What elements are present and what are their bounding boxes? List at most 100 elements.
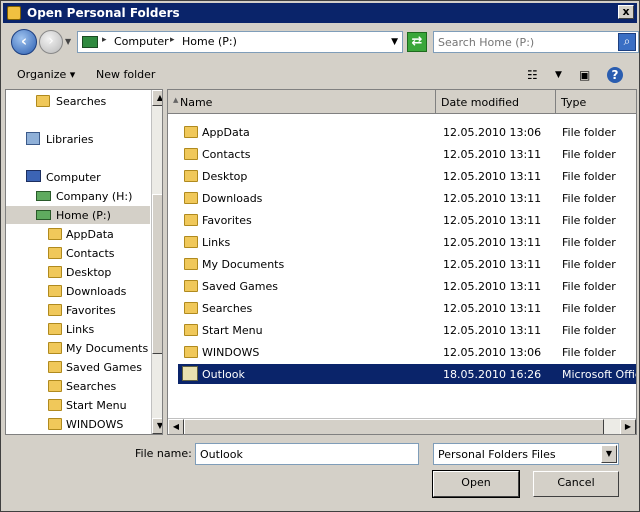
links-folder-icon [184,236,198,248]
command-bar: Organize ▾ New folder ☷ ▼ ▣ ? [3,63,637,87]
cancel-button[interactable]: Cancel [533,471,619,497]
file-date: 12.05.2010 13:11 [443,192,542,205]
nav-item-label: Downloads [66,285,127,298]
breadcrumb-computer[interactable]: Computer [114,35,169,48]
file-row[interactable]: Searches 12.05.2010 13:11 File folder [178,298,636,318]
window-title: Open Personal Folders [27,6,180,20]
file-date: 12.05.2010 13:11 [443,280,542,293]
view-dropdown-icon[interactable]: ▼ [555,70,562,80]
view-options-icon[interactable]: ☷ [527,68,538,82]
search-icon[interactable]: ⌕ [618,33,636,51]
nav-item-downloads[interactable]: Downloads [46,282,150,300]
new-folder-button[interactable]: New folder [96,68,155,81]
nav-item-my-documents[interactable]: My Documents [46,339,150,357]
file-type-select[interactable]: Personal Folders Files ▼ [433,443,619,465]
forward-button[interactable]: › [39,30,63,54]
documents-folder-icon [48,342,62,354]
help-icon[interactable]: ? [607,67,623,83]
file-name-input[interactable] [195,443,419,465]
column-header-name[interactable]: Name ▲ [168,90,436,113]
column-header-date[interactable]: Date modified [436,90,556,113]
scroll-down-icon[interactable]: ▼ [152,418,162,434]
refresh-button[interactable]: ⇄ [407,32,427,52]
nav-item-links[interactable]: Links [46,320,150,338]
search-folder-icon [36,95,50,107]
address-field[interactable]: ▸ Computer ▸ Home (P:) ▼ [77,31,403,53]
file-row[interactable]: Saved Games 12.05.2010 13:11 File folder [178,276,636,296]
nav-item-home-drive[interactable]: Home (P:) [6,206,150,224]
file-row[interactable]: Links 12.05.2010 13:11 File folder [178,232,636,252]
scrollbar-thumb[interactable] [184,419,604,434]
folder-icon [184,126,198,138]
chevron-down-icon[interactable]: ▼ [601,445,617,463]
file-name: Downloads [202,192,263,205]
column-header-type[interactable]: Type [556,90,636,113]
address-dropdown-icon[interactable]: ▼ [391,37,398,47]
sort-ascending-icon: ▲ [173,96,179,104]
nav-item-windows[interactable]: WINDOWS [46,415,150,433]
preview-pane-icon[interactable]: ▣ [579,68,590,82]
documents-folder-icon [184,258,198,270]
nav-item-label: Company (H:) [56,190,133,203]
file-row[interactable]: My Documents 12.05.2010 13:11 File folde… [178,254,636,274]
scroll-up-icon[interactable]: ▲ [152,90,162,106]
breadcrumb-separator[interactable]: ▸ [170,35,175,45]
file-date: 12.05.2010 13:06 [443,126,542,139]
file-row[interactable]: Start Menu 12.05.2010 13:11 File folder [178,320,636,340]
scrollbar-thumb[interactable] [152,194,162,354]
favorites-folder-icon [184,214,198,226]
column-header-label: Date modified [441,96,519,109]
nav-pane-scrollbar[interactable]: ▲ ▼ [151,90,162,434]
file-row[interactable]: WINDOWS 12.05.2010 13:06 File folder [178,342,636,362]
address-bar: ‹ › ▼ ▸ Computer ▸ Home (P:) ▼ ⇄ ⌕ [3,25,639,61]
folder-icon [48,228,62,240]
nav-item-favorites[interactable]: Favorites [46,301,150,319]
nav-item-label: Start Menu [66,399,127,412]
file-name: My Documents [202,258,285,271]
nav-item-searches-top[interactable]: Searches [34,92,150,110]
scroll-left-icon[interactable]: ◀ [168,419,184,434]
nav-item-contacts[interactable]: Contacts [46,244,150,262]
file-row[interactable]: Desktop 12.05.2010 13:11 File folder [178,166,636,186]
nav-item-searches[interactable]: Searches [46,377,150,395]
nav-item-appdata[interactable]: AppData [46,225,150,243]
open-button[interactable]: Open [432,470,520,498]
nav-item-label: Computer [46,171,101,184]
back-button[interactable]: ‹ [11,29,37,55]
nav-item-label: Searches [56,95,107,108]
navigation-pane: Searches Libraries Computer Company (H:)… [5,89,163,435]
nav-item-label: Searches [66,380,117,393]
nav-item-desktop[interactable]: Desktop [46,263,150,281]
libraries-icon [26,132,40,145]
file-row[interactable]: AppData 12.05.2010 13:06 File folder [178,122,636,142]
saved-games-folder-icon [184,280,198,292]
nav-item-label: Home (P:) [56,209,111,222]
file-name: Start Menu [202,324,263,337]
history-dropdown-icon[interactable]: ▼ [65,37,71,46]
nav-item-computer[interactable]: Computer [24,168,150,186]
search-input[interactable] [438,34,608,50]
column-header-row: Name ▲ Date modified Type [168,90,636,114]
file-row[interactable]: Downloads 12.05.2010 13:11 File folder [178,188,636,208]
scroll-right-icon[interactable]: ▶ [620,419,636,434]
file-date: 12.05.2010 13:11 [443,214,542,227]
nav-item-saved-games[interactable]: Saved Games [46,358,150,376]
file-row[interactable]: Favorites 12.05.2010 13:11 File folder [178,210,636,230]
file-row-selected[interactable]: Outlook 18.05.2010 16:26 Microsoft Offic… [178,364,636,384]
search-box[interactable]: ⌕ [433,31,639,53]
file-type: File folder [562,126,616,139]
file-list-scrollbar[interactable]: ◀ ▶ [168,418,636,434]
file-type: File folder [562,148,616,161]
file-name: Contacts [202,148,251,161]
file-row[interactable]: Contacts 12.05.2010 13:11 File folder [178,144,636,164]
breadcrumb-separator[interactable]: ▸ [102,35,107,45]
nav-item-libraries[interactable]: Libraries [24,130,150,148]
breadcrumb-home[interactable]: Home (P:) [182,35,237,48]
nav-item-label: Saved Games [66,361,142,374]
close-button[interactable]: x [618,5,634,19]
column-header-label: Type [561,96,587,109]
nav-item-company-drive[interactable]: Company (H:) [34,187,150,205]
nav-item-start-menu[interactable]: Start Menu [46,396,150,414]
organize-button[interactable]: Organize ▾ [17,68,75,81]
downloads-folder-icon [48,285,62,297]
